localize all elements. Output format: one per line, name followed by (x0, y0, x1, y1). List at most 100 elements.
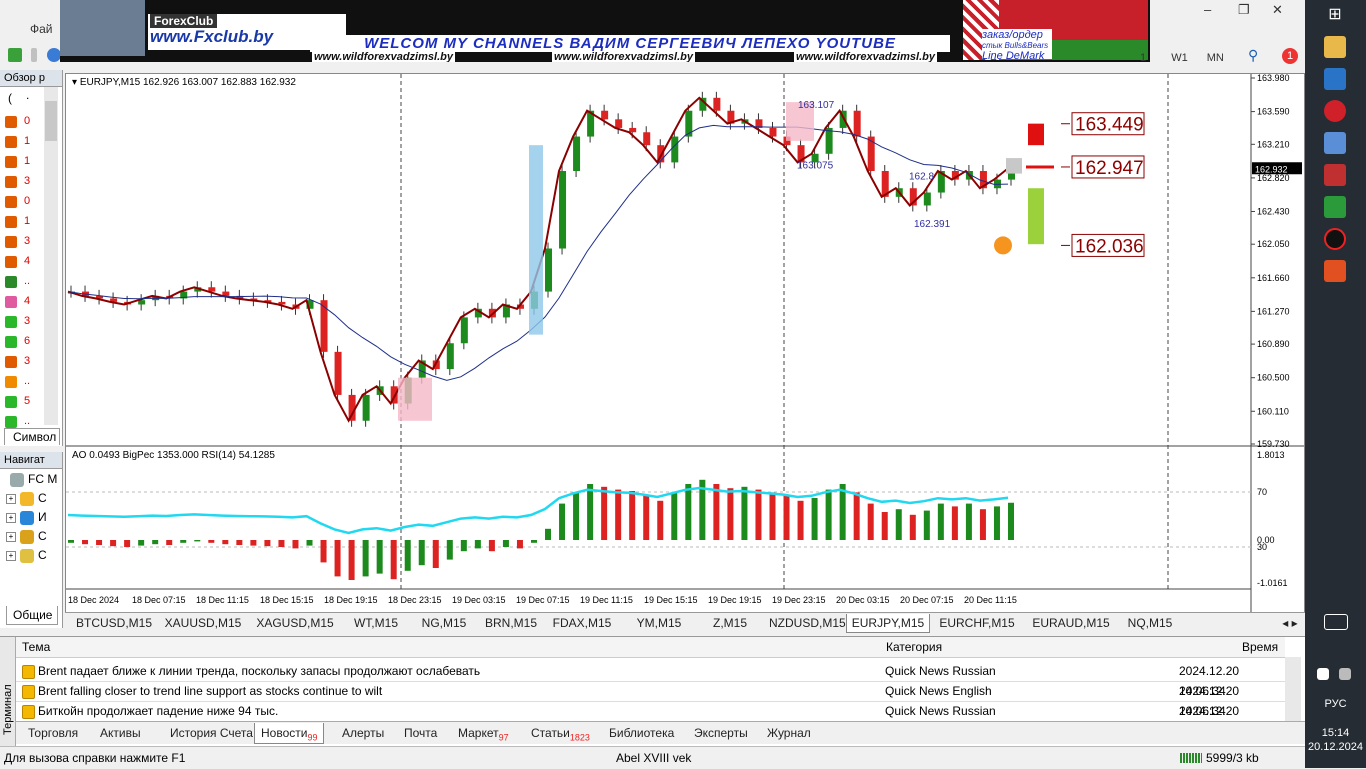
market-watch-row[interactable]: 3 (0, 232, 44, 252)
market-watch-row[interactable]: 3 (0, 312, 44, 332)
market-watch-row[interactable]: 5 (0, 392, 44, 412)
chart-tab[interactable]: XAGUSD,M15 (252, 614, 338, 632)
navigator-root[interactable]: FC M (10, 472, 57, 487)
news-row[interactable]: Brent падает ближе к линии тренда, поско… (16, 661, 1285, 698)
market-watch-row[interactable]: 1 (0, 152, 44, 172)
tab-common[interactable]: Общие (6, 606, 58, 625)
chart-tab[interactable]: NZDUSD,M15 (769, 614, 846, 632)
market-watch-row[interactable]: 1 (0, 212, 44, 232)
opera-icon[interactable] (1324, 100, 1346, 122)
close-icon[interactable]: ✕ (1272, 2, 1283, 18)
chart-tab[interactable]: NG,M15 (413, 614, 475, 632)
restore-icon[interactable]: ❐ (1238, 2, 1250, 18)
market-watch-row[interactable]: 4 (0, 292, 44, 312)
ao-bar (138, 540, 145, 546)
menu-file[interactable]: Фай (30, 22, 53, 36)
outlook-icon[interactable] (1324, 68, 1346, 90)
col-time[interactable]: Время (1242, 637, 1278, 657)
volume-icon[interactable] (1339, 668, 1351, 680)
market-watch-row[interactable]: 4 (0, 252, 44, 272)
terminal-tab[interactable]: Библиотека (609, 723, 674, 743)
dropdown-icon[interactable] (31, 48, 38, 62)
chart-tab[interactable]: FDAX,M15 (547, 614, 617, 632)
chart-tab[interactable]: Z,M15 (699, 614, 761, 632)
navigator-item-scripts[interactable]: + С (6, 548, 47, 563)
tf-h1[interactable]: 1 (1140, 52, 1146, 64)
chart-tab[interactable]: YM,M15 (624, 614, 694, 632)
expand-icon[interactable]: + (6, 531, 16, 542)
market-watch-title[interactable]: Обзор р (0, 70, 62, 87)
search-icon[interactable]: ⚲ (1248, 47, 1258, 64)
network-icon[interactable] (1317, 668, 1329, 680)
paint-icon[interactable] (1324, 132, 1346, 154)
market-watch-row[interactable]: 1 (0, 132, 44, 152)
calculator-icon[interactable] (1324, 196, 1346, 218)
market-watch-row[interactable]: 0 (0, 192, 44, 212)
minimize-icon[interactable]: – (1204, 2, 1211, 17)
chart-tab[interactable]: EURJPY,M15 (846, 614, 930, 633)
refresh-icon[interactable] (46, 48, 61, 62)
tf-w1[interactable]: W1 (1171, 52, 1188, 64)
chart-tab[interactable]: BRN,M15 (480, 614, 542, 632)
terminal-tab[interactable]: Новости99 (254, 723, 325, 744)
terminal-scrollbar[interactable] (1285, 657, 1301, 721)
ao-bar (68, 540, 74, 543)
terminal-tab[interactable]: Почта (404, 723, 437, 743)
expand-icon[interactable]: + (6, 512, 16, 523)
tray-date: 20.12.2024 (1307, 741, 1364, 753)
app-icon[interactable] (1324, 260, 1346, 282)
chart-tab[interactable]: EURCHF,M15 (932, 614, 1022, 632)
tf-mn[interactable]: MN (1207, 52, 1224, 64)
media-icon[interactable] (1324, 164, 1346, 186)
record-icon[interactable] (1324, 228, 1346, 250)
tray-clock[interactable]: 15:14 20.12.2024 (1305, 726, 1366, 754)
chart-tab[interactable]: NQ,M15 (1119, 614, 1181, 632)
col-category[interactable]: Категория (886, 637, 942, 657)
terminal-tab[interactable]: Алерты (342, 723, 384, 743)
notification-badge[interactable]: 1 (1282, 48, 1298, 64)
market-watch-row[interactable]: 0 (0, 112, 44, 132)
terminal-tab[interactable]: История Счета (170, 723, 253, 743)
market-watch-scrollbar[interactable] (44, 87, 58, 425)
terminal-tab[interactable]: Торговля (28, 723, 78, 743)
keyboard-icon[interactable] (1324, 614, 1348, 630)
market-watch-row[interactable]: .. (0, 272, 44, 292)
terminal-tab[interactable]: Эксперты (694, 723, 748, 743)
navigator-item-experts[interactable]: + С (6, 529, 47, 544)
chart-canvas[interactable]: 163.980 163.590 163.210 162.820 162.430 162.0… (66, 74, 1304, 612)
navigator-item-accounts[interactable]: + С (6, 491, 47, 506)
expand-icon[interactable]: + (6, 493, 16, 504)
explorer-icon[interactable] (1324, 36, 1346, 58)
news-row[interactable]: Биткойн продолжает падение ниже 94 тыс. … (16, 701, 1285, 738)
chart-header: ▾ EURJPY,M15 162.926 163.007 162.883 162… (72, 77, 296, 88)
navigator-title[interactable]: Навигат (0, 452, 62, 469)
price-chart[interactable]: 163.980 163.590 163.210 162.820 162.430 162.0… (65, 73, 1305, 613)
chart-tab[interactable]: WT,M15 (345, 614, 407, 632)
candle-body (713, 97, 721, 111)
chart-tab[interactable]: EURAUD,M15 (1028, 614, 1114, 632)
tray-language[interactable]: РУС (1305, 698, 1366, 710)
ao-bar (853, 492, 860, 540)
terminal-tab[interactable]: Журнал (767, 723, 811, 743)
ao-bar (530, 540, 537, 543)
level-mid: 162.947 (1075, 158, 1144, 179)
terminal-tab[interactable]: Маркет97 (458, 723, 509, 743)
terminal-tab[interactable]: Статьи1823 (531, 723, 590, 743)
market-watch-row[interactable]: 3 (0, 172, 44, 192)
market-watch-row[interactable]: 6 (0, 332, 44, 352)
chart-tab[interactable]: XAUUSD,M15 (161, 614, 245, 632)
navigator-item-indicators[interactable]: + И (6, 510, 47, 525)
chart-tab[interactable]: BTCUSD,M15 (73, 614, 155, 632)
advert-banner[interactable]: ForexClub www.Fxclub.by WELCOM MY CHANNE… (60, 0, 1150, 62)
new-chart-icon[interactable] (8, 48, 22, 62)
terminal-tab[interactable]: Активы (100, 723, 141, 743)
market-watch-row[interactable]: 3 (0, 352, 44, 372)
chart-tabs-scroll-icon[interactable]: ◂ ▸ (1281, 614, 1299, 632)
tab-symbols[interactable]: Символ (4, 428, 60, 445)
news-row[interactable]: Brent falling closer to trend line suppo… (16, 681, 1285, 718)
col-topic[interactable]: Тема (22, 637, 50, 657)
expand-icon[interactable]: + (6, 550, 16, 561)
market-watch-value: 3 (24, 315, 31, 327)
market-watch-row[interactable]: .. (0, 372, 44, 392)
windows-start-icon[interactable]: ⊞ (1324, 4, 1346, 26)
